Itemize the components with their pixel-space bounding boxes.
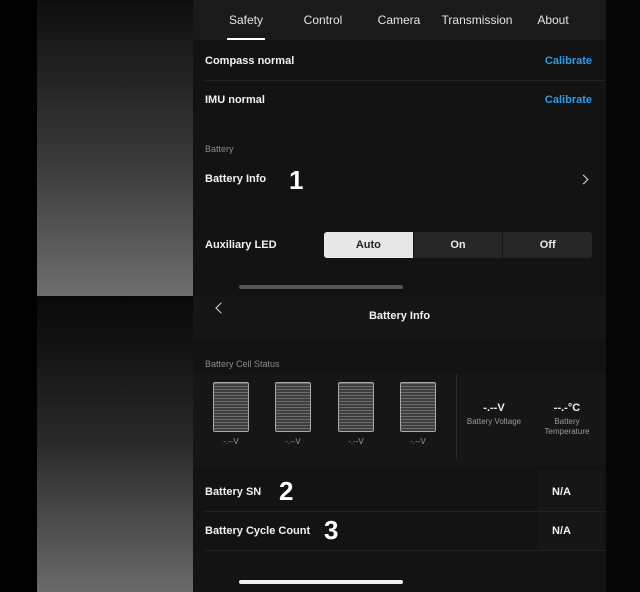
battery-cycle-count-value: N/A	[552, 525, 571, 537]
battery-info-title: Battery Info	[368, 310, 431, 322]
tab-camera[interactable]: Camera	[369, 0, 429, 40]
tab-label: About	[537, 13, 569, 27]
divider	[205, 550, 606, 551]
battery-info-label: Battery Info	[205, 173, 267, 185]
battery-cell-status-caption: Battery Cell Status	[205, 359, 280, 369]
compass-row: Compass normal Calibrate	[193, 42, 606, 80]
background-image-top	[37, 0, 193, 296]
tab-label: Control	[303, 13, 343, 27]
tab-label: Camera	[377, 13, 421, 27]
compass-calibrate-button[interactable]: Calibrate	[545, 55, 592, 67]
chevron-right-icon	[578, 174, 589, 185]
auxiliary-led-option-auto[interactable]: Auto	[324, 232, 413, 258]
tab-control[interactable]: Control	[289, 0, 357, 40]
battery-cell-icon	[213, 382, 249, 432]
battery-temperature-value: --.-°C	[553, 402, 581, 414]
divider	[456, 374, 457, 460]
compass-status-label: Compass normal	[205, 55, 295, 67]
home-indicator	[239, 580, 403, 584]
annotation-marker-3: 3	[324, 515, 339, 545]
battery-cell-voltage: -.--V	[223, 437, 239, 446]
auxiliary-led-label: Auxiliary LED	[205, 239, 277, 251]
imu-calibrate-button[interactable]: Calibrate	[545, 94, 592, 106]
battery-sn-value: N/A	[552, 486, 571, 498]
battery-cell-voltage: -.--V	[410, 437, 426, 446]
battery-cell-icon	[338, 382, 374, 432]
battery-voltage-label: Battery Voltage	[466, 417, 522, 426]
background-image-bottom	[37, 296, 193, 592]
tab-label: Transmission	[441, 13, 513, 27]
tab-label: Safety	[228, 13, 264, 27]
battery-cell-icon	[275, 382, 311, 432]
battery-section-caption: Battery	[205, 144, 234, 154]
battery-info-row[interactable]: Battery Info	[193, 160, 606, 200]
battery-cycle-count-label: Battery Cycle Count	[205, 525, 311, 537]
right-edge	[606, 0, 640, 592]
battery-cell-voltage: -.--V	[285, 437, 301, 446]
tab-transmission[interactable]: Transmission	[437, 0, 517, 40]
auxiliary-led-option-on[interactable]: On	[412, 232, 503, 258]
battery-cell-voltage: -.--V	[348, 437, 364, 446]
battery-sn-label: Battery SN	[205, 486, 262, 498]
tab-about[interactable]: About	[527, 0, 579, 40]
imu-status-label: IMU normal	[205, 94, 265, 106]
auxiliary-led-option-off[interactable]: Off	[502, 232, 592, 258]
settings-panel: Safety Control Camera Transmission About…	[193, 0, 606, 592]
annotation-marker-1: 1	[289, 165, 304, 195]
battery-voltage-value: -.--V	[483, 402, 505, 414]
imu-row: IMU normal Calibrate	[193, 81, 606, 119]
auxiliary-led-selector: Auto On Off	[324, 232, 592, 258]
tab-bar: Safety Control Camera Transmission About	[193, 0, 606, 40]
tab-safety[interactable]: Safety	[215, 0, 277, 40]
sheet-drag-handle[interactable]	[239, 285, 403, 289]
battery-temperature-label-line2: Temperature	[544, 427, 590, 436]
battery-cell-icon	[400, 382, 436, 432]
annotation-marker-2: 2	[279, 476, 294, 506]
battery-temperature-label-line1: Battery	[554, 417, 580, 426]
